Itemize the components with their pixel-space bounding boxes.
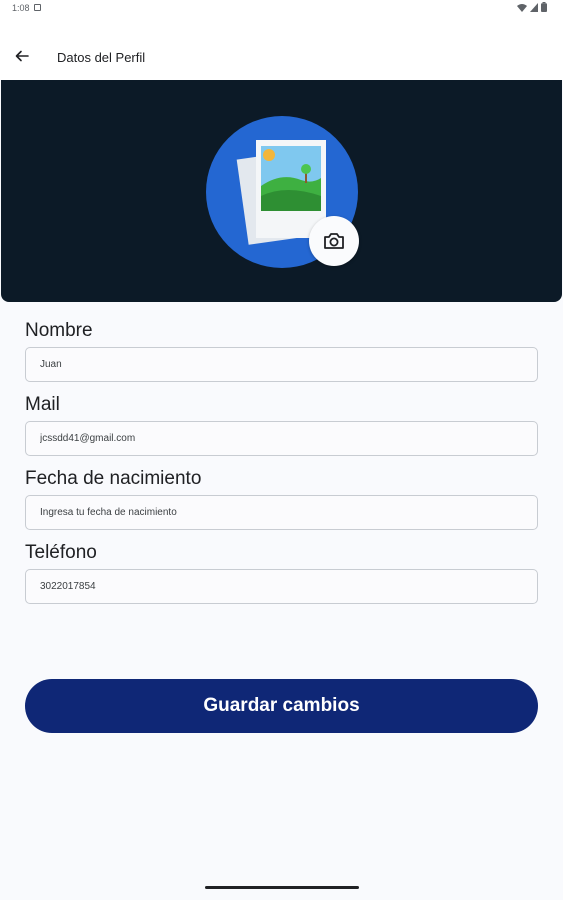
phone-input[interactable] — [25, 569, 538, 604]
battery-icon — [541, 2, 547, 12]
mail-field-group: Mail — [25, 394, 538, 468]
status-time: 1:08 — [12, 3, 30, 13]
back-button[interactable] — [8, 42, 36, 70]
status-bar: 1:08 — [0, 0, 563, 16]
birth-field-group: Fecha de nacimiento — [25, 468, 538, 542]
status-icons — [517, 2, 547, 12]
phone-label: Teléfono — [25, 542, 97, 563]
save-button[interactable]: Guardar cambios — [25, 679, 538, 733]
notification-icon — [34, 4, 41, 11]
phone-field-group: Teléfono — [25, 542, 538, 616]
app-bar: Datos del Perfil — [0, 16, 563, 80]
mail-input[interactable] — [25, 421, 538, 456]
camera-icon — [324, 233, 344, 249]
change-photo-button[interactable] — [309, 216, 359, 266]
gesture-nav-handle[interactable] — [205, 886, 359, 889]
profile-form: Nombre Mail Fecha de nacimiento Teléfono — [25, 320, 538, 616]
name-input[interactable] — [25, 347, 538, 382]
mail-label: Mail — [25, 394, 60, 415]
profile-header — [1, 80, 562, 302]
name-label: Nombre — [25, 320, 93, 341]
wifi-icon — [517, 3, 527, 12]
birth-label: Fecha de nacimiento — [25, 468, 202, 489]
arrow-back-icon — [15, 50, 29, 62]
page-title: Datos del Perfil — [57, 50, 146, 65]
name-field-group: Nombre — [25, 320, 538, 394]
birthdate-input[interactable] — [25, 495, 538, 530]
cellular-icon — [530, 2, 538, 12]
